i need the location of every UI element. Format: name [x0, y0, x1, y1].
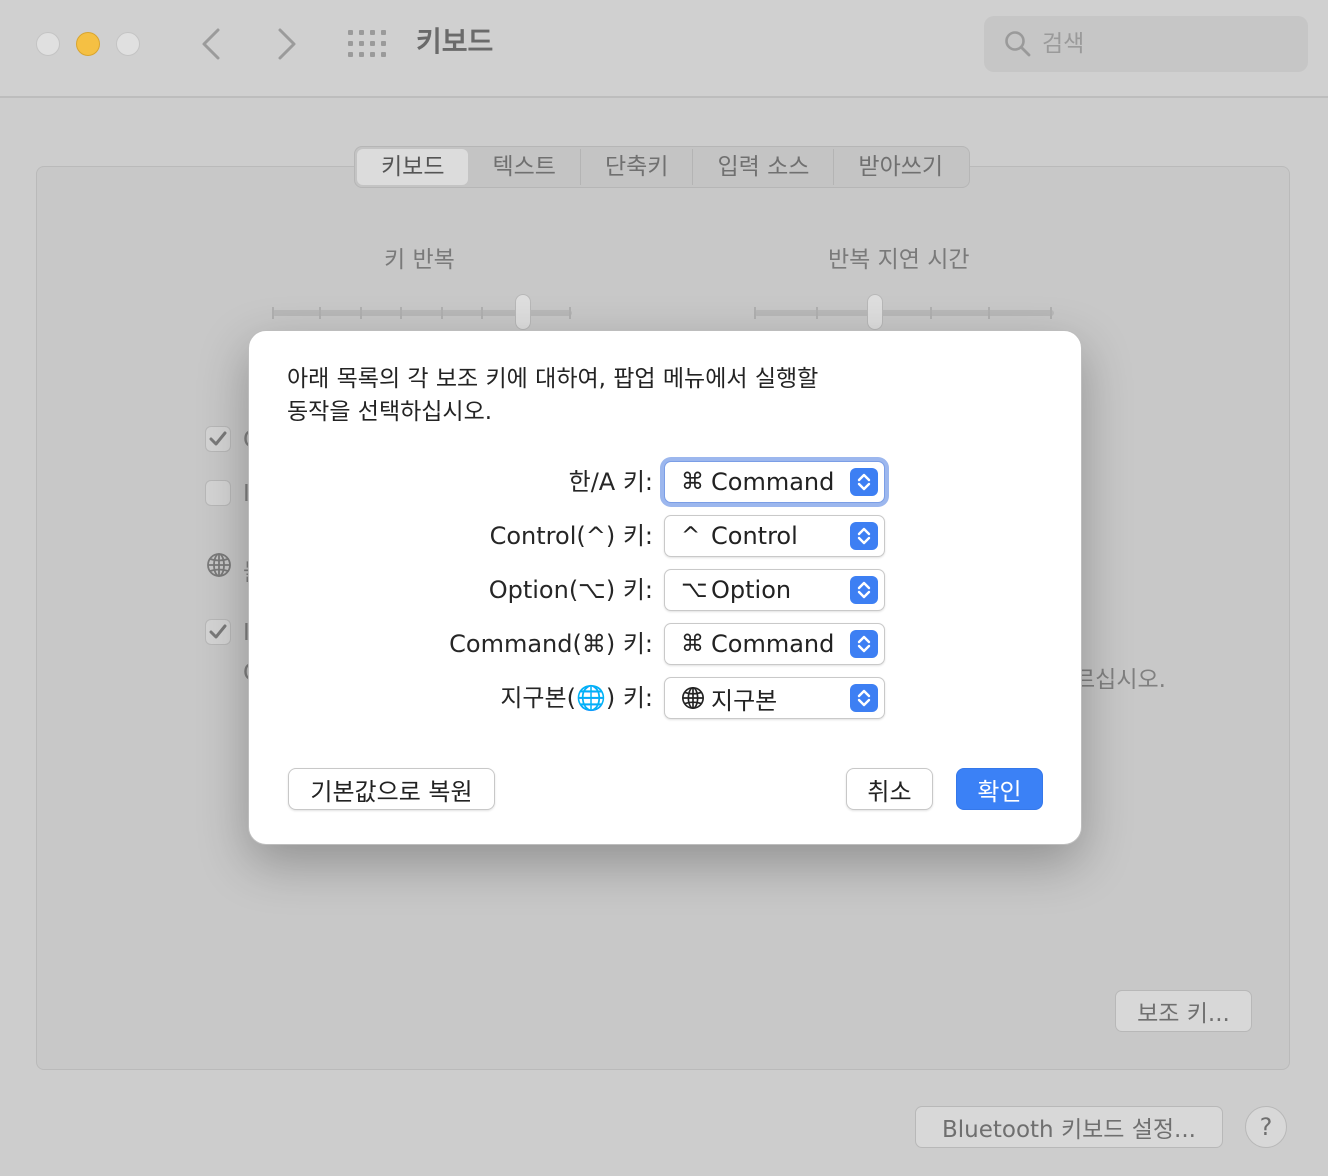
modifier-row-label: Option(⌥) 키: [488, 576, 653, 604]
delay-slider-knob[interactable] [867, 294, 883, 330]
window-titlebar: 키보드 [0, 0, 1328, 98]
popup-value: Control [711, 522, 798, 550]
modifier-row-label: 지구본(🌐) 키: [500, 684, 653, 712]
checkmark-icon [209, 624, 227, 639]
dialog-prompt-line-2: 동작을 선택하십시오. [287, 399, 493, 425]
popup-value: Command [711, 468, 835, 496]
modifier-row-label: 한/A 키: [568, 468, 653, 496]
tab-bar: 키보드 텍스트 단축키 입력 소스 받아쓰기 [354, 146, 971, 188]
help-button[interactable]: ? [1245, 1106, 1287, 1148]
chevron-up-down-icon [850, 630, 878, 658]
modifier-row-command: Command(⌘) 키: ⌘ Command [249, 623, 1083, 665]
minimize-window-button[interactable] [76, 32, 100, 56]
modifier-row-label: Command(⌘) 키: [449, 630, 653, 658]
globe-icon [207, 553, 231, 577]
chevron-up-down-icon [850, 522, 878, 550]
popup-value: 지구본 [711, 686, 778, 715]
checkmark-icon [209, 431, 227, 446]
forward-arrow-icon[interactable] [268, 26, 304, 62]
search-icon [1005, 31, 1031, 57]
modifier-row-han-a: 한/A 키: ⌘ Command [249, 461, 1083, 503]
chevron-up-down-icon [850, 468, 878, 496]
command-key-popup[interactable]: ⌘ Command [664, 623, 885, 665]
dialog-prompt: 아래 목록의 각 보조 키에 대하여, 팝업 메뉴에서 실행할 동작을 선택하십… [287, 363, 887, 429]
tab-input-sources[interactable]: 입력 소스 [693, 149, 835, 185]
control-symbol-icon: ^ [681, 523, 701, 549]
checkbox-option-3[interactable] [205, 619, 231, 645]
cancel-button[interactable]: 취소 [846, 768, 933, 810]
delay-until-repeat-label: 반복 지연 시간 [828, 247, 970, 273]
han-a-key-popup[interactable]: ⌘ Command [664, 461, 885, 503]
modifier-keys-dialog: 아래 목록의 각 보조 키에 대하여, 팝업 메뉴에서 실행할 동작을 선택하십… [248, 330, 1082, 845]
command-symbol-icon: ⌘ [681, 469, 704, 495]
tab-dictation[interactable]: 받아쓰기 [834, 149, 967, 185]
popup-value: Option [711, 576, 792, 604]
zoom-window-button[interactable] [116, 32, 140, 56]
tab-keyboard[interactable]: 키보드 [357, 149, 469, 185]
chevron-up-down-icon [850, 576, 878, 604]
globe-icon [681, 686, 709, 710]
checkbox-option-1[interactable] [205, 426, 231, 452]
key-repeat-slider-knob[interactable] [515, 294, 531, 330]
tab-shortcuts[interactable]: 단축키 [581, 149, 694, 185]
window-title: 키보드 [416, 25, 494, 58]
control-key-popup[interactable]: ^ Control [664, 515, 885, 557]
chevron-up-down-icon [850, 684, 878, 712]
tab-text[interactable]: 텍스트 [468, 149, 581, 185]
obscured-description-text: 르십시오. [1074, 667, 1166, 693]
modifier-row-option: Option(⌥) 키: ⌥ Option [249, 569, 1083, 611]
key-repeat-label: 키 반복 [384, 247, 455, 273]
option-key-popup[interactable]: ⌥ Option [664, 569, 885, 611]
option-symbol-icon: ⌥ [681, 577, 708, 603]
search-field[interactable] [984, 16, 1308, 72]
ok-button[interactable]: 확인 [956, 768, 1043, 810]
modifier-row-label: Control(^) 키: [489, 522, 653, 550]
search-input[interactable] [1042, 26, 1282, 62]
show-all-grid-icon[interactable] [348, 30, 388, 58]
bluetooth-keyboard-setup-button[interactable]: Bluetooth 키보드 설정... [915, 1106, 1223, 1148]
popup-value: Command [711, 630, 835, 658]
dialog-prompt-line-1: 아래 목록의 각 보조 키에 대하여, 팝업 메뉴에서 실행할 [287, 366, 819, 392]
modifier-keys-button[interactable]: 보조 키... [1115, 990, 1252, 1032]
modifier-row-control: Control(^) 키: ^ Control [249, 515, 1083, 557]
checkbox-option-2[interactable] [205, 480, 231, 506]
back-arrow-icon[interactable] [194, 26, 230, 62]
close-window-button[interactable] [36, 32, 60, 56]
command-symbol-icon: ⌘ [681, 631, 704, 657]
modifier-row-globe: 지구본(🌐) 키: 지구본 [249, 677, 1083, 719]
globe-key-popup[interactable]: 지구본 [664, 677, 885, 719]
restore-defaults-button[interactable]: 기본값으로 복원 [288, 768, 495, 810]
